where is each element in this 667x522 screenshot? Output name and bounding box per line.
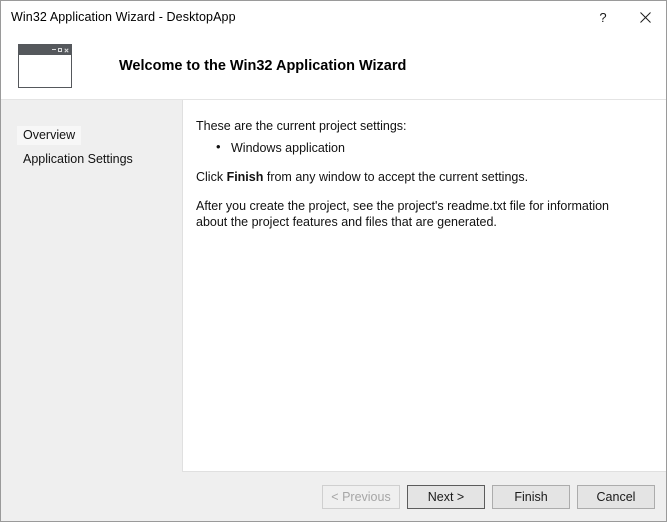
sidebar-row-overview: Overview: [1, 126, 182, 150]
previous-button[interactable]: < Previous: [322, 484, 400, 509]
finish-instruction-suffix: from any window to accept the current se…: [263, 170, 529, 184]
close-glyph-icon: [64, 48, 69, 53]
icon-titlebar: [19, 45, 71, 55]
window-app-icon: [18, 44, 72, 88]
content-panel: These are the current project settings: …: [182, 100, 666, 472]
icon-body: [19, 55, 71, 87]
maximize-icon: [58, 48, 62, 52]
finish-instruction-prefix: Click: [196, 170, 227, 184]
sidebar-item-overview[interactable]: Overview: [17, 126, 82, 145]
window-title: Win32 Application Wizard - DesktopApp: [11, 10, 236, 24]
wizard-footer: < Previous Next > Finish Cancel: [182, 472, 666, 521]
wizard-window: Win32 Application Wizard - DesktopApp ? …: [0, 0, 667, 522]
list-item: Windows application: [216, 139, 646, 156]
next-button[interactable]: Next >: [407, 484, 485, 509]
cancel-button[interactable]: Cancel: [577, 484, 655, 509]
finish-instruction-text: Click Finish from any window to accept t…: [196, 169, 646, 185]
wizard-header: Welcome to the Win32 Application Wizard: [1, 33, 666, 99]
wizard-body: Overview Application Settings These are …: [1, 100, 666, 521]
page-title: Welcome to the Win32 Application Wizard: [119, 58, 407, 74]
caption-button-group: ?: [582, 1, 666, 33]
sidebar-row-application-settings: Application Settings: [1, 150, 182, 174]
content-wrapper: These are the current project settings: …: [182, 100, 666, 521]
title-bar: Win32 Application Wizard - DesktopApp ?: [1, 1, 666, 33]
wizard-sidebar: Overview Application Settings: [1, 100, 182, 521]
finish-keyword: Finish: [226, 170, 264, 184]
help-icon[interactable]: ?: [582, 1, 624, 33]
sidebar-item-application-settings[interactable]: Application Settings: [17, 150, 139, 169]
project-settings-list: Windows application: [196, 139, 646, 156]
settings-intro-text: These are the current project settings:: [196, 119, 407, 133]
minimize-icon: [52, 49, 56, 50]
close-icon[interactable]: [624, 1, 666, 33]
finish-button[interactable]: Finish: [492, 484, 570, 509]
readme-note-text: After you create the project, see the pr…: [196, 199, 610, 229]
